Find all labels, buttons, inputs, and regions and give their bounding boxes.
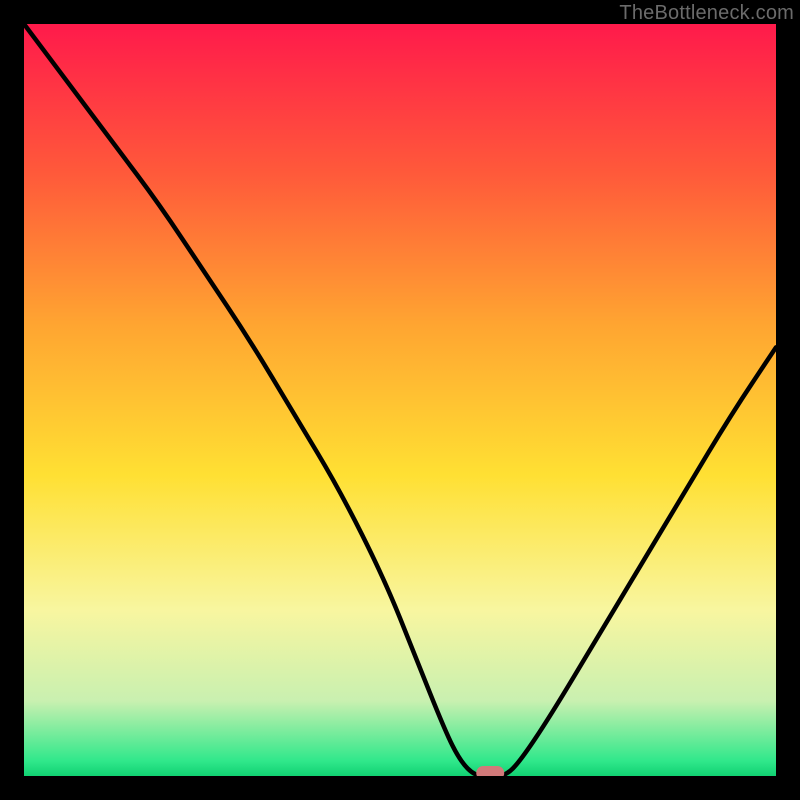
chart-frame: TheBottleneck.com [0, 0, 800, 800]
bottleneck-chart [24, 24, 776, 776]
plot-area [24, 24, 776, 776]
optimal-point-marker [476, 766, 504, 776]
watermark-text: TheBottleneck.com [619, 2, 794, 25]
gradient-background [24, 24, 776, 776]
